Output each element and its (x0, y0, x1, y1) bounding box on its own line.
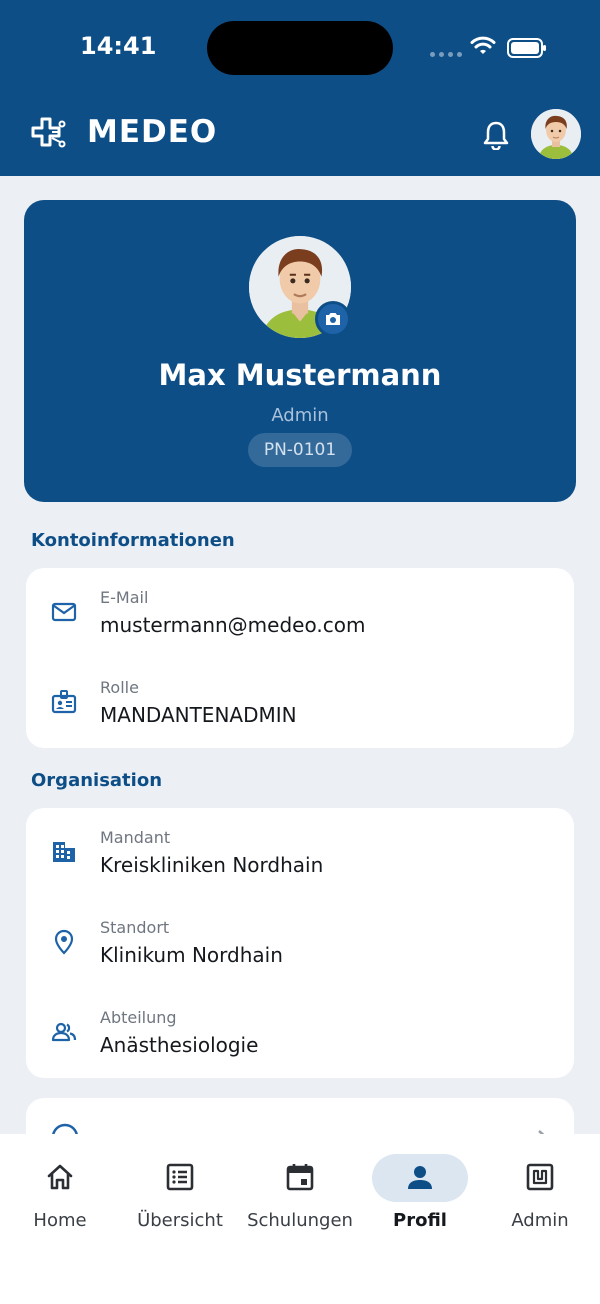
email-label: E-Mail (100, 588, 149, 607)
wifi-icon (470, 36, 496, 54)
nav-trainings[interactable]: Schulungen (240, 1134, 360, 1244)
id-badge-icon (51, 690, 77, 714)
role-label: Rolle (100, 678, 139, 697)
site-value: Klinikum Nordhain (100, 943, 283, 967)
battery-icon (507, 38, 546, 58)
site-label: Standort (100, 918, 170, 937)
role-value: MANDANTENADMIN (100, 703, 297, 727)
mail-icon (51, 602, 77, 622)
department-value: Anästhesiologie (100, 1033, 259, 1057)
section-title-account: Kontoinformationen (31, 530, 235, 551)
nav-overview[interactable]: Übersicht (120, 1134, 240, 1244)
profile-card: Max Mustermann Admin PN-0101 (24, 200, 576, 502)
section-title-organisation: Organisation (31, 770, 163, 791)
person-icon (408, 1166, 432, 1189)
bottom-navigation: Home Übersicht Schulungen Profil Admin (0, 1134, 600, 1304)
profile-name: Max Mustermann (158, 358, 442, 392)
email-value: mustermann@medeo.com (100, 613, 366, 637)
calendar-icon (286, 1164, 314, 1191)
change-photo-button[interactable] (315, 301, 351, 337)
personnel-number-badge: PN-0101 (248, 433, 352, 467)
nav-label: Admin (511, 1210, 569, 1231)
notification-bell-icon[interactable] (482, 120, 510, 150)
list-icon (166, 1163, 194, 1191)
home-icon (47, 1164, 73, 1190)
header-avatar[interactable] (531, 109, 581, 159)
department-row[interactable]: Abteilung Anästhesiologie (26, 988, 574, 1078)
nav-label: Übersicht (137, 1210, 223, 1231)
nav-profile[interactable]: Profil (360, 1134, 480, 1244)
app-header: 14:41 MEDEO (0, 0, 600, 176)
tenant-label: Mandant (100, 828, 171, 847)
building-icon (53, 842, 75, 862)
admin-icon (526, 1163, 554, 1191)
organisation-card: Mandant Kreiskliniken Nordhain Standort … (26, 808, 574, 1078)
profile-role: Admin (271, 405, 329, 426)
nav-admin[interactable]: Admin (480, 1134, 600, 1244)
status-time: 14:41 (80, 32, 157, 60)
dynamic-island (207, 21, 393, 75)
nav-label: Schulungen (247, 1210, 353, 1231)
medeo-logo-icon (31, 117, 66, 148)
email-row[interactable]: E-Mail mustermann@medeo.com (26, 568, 574, 658)
cellular-signal-icon (430, 52, 462, 57)
nav-home[interactable]: Home (0, 1134, 120, 1244)
site-row[interactable]: Standort Klinikum Nordhain (26, 898, 574, 988)
avatar-illustration (531, 109, 581, 159)
location-pin-icon (54, 929, 74, 955)
people-icon (51, 1022, 77, 1042)
nav-label: Profil (393, 1210, 447, 1231)
tenant-value: Kreiskliniken Nordhain (100, 853, 324, 877)
role-row[interactable]: Rolle MANDANTENADMIN (26, 658, 574, 748)
department-label: Abteilung (100, 1008, 177, 1027)
account-info-card: E-Mail mustermann@medeo.com Rolle MANDAN… (26, 568, 574, 748)
camera-icon (326, 313, 340, 325)
nav-label: Home (33, 1210, 87, 1231)
tenant-row[interactable]: Mandant Kreiskliniken Nordhain (26, 808, 574, 898)
app-title: MEDEO (87, 114, 218, 150)
